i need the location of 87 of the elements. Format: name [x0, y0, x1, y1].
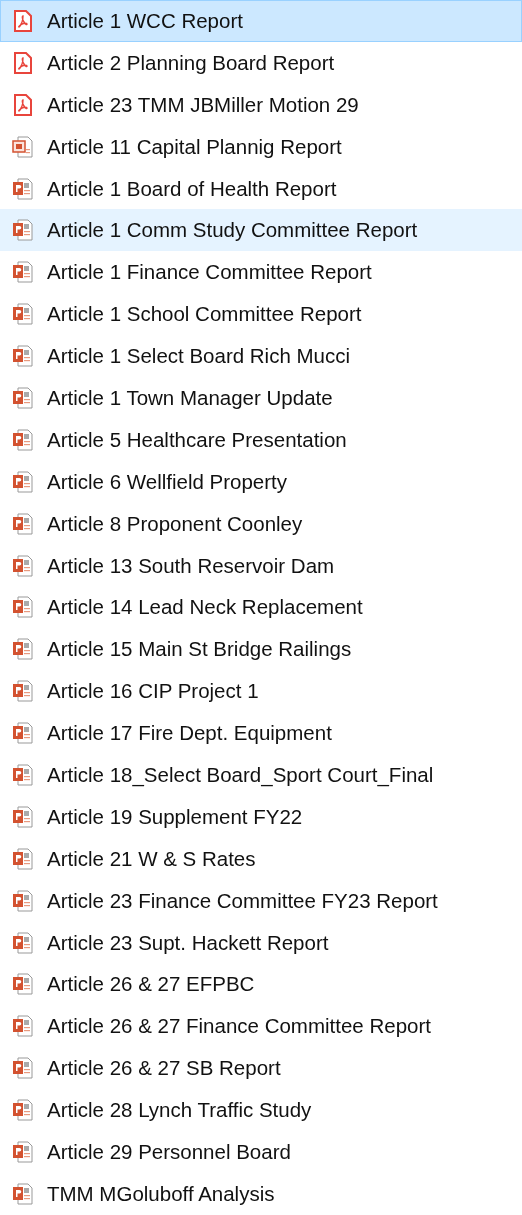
file-name: Article 8 Proponent Coonley: [47, 511, 303, 536]
pdf-file-icon: [11, 92, 35, 117]
presentation-file-icon: [11, 176, 35, 201]
file-row[interactable]: Article 6 Wellfield Property: [0, 460, 522, 503]
file-row[interactable]: Article 1 Town Manager Update: [0, 377, 522, 419]
presentation-file-icon: [11, 1140, 35, 1164]
file-name: Article 21 W & S Rates: [47, 846, 256, 871]
file-name: Article 1 School Committee Report: [47, 302, 362, 327]
file-row[interactable]: Article 19 Supplement FY22: [0, 795, 522, 838]
file-row[interactable]: Article 8 Proponent Coonley: [0, 502, 522, 545]
file-row[interactable]: Article 1 Select Board Rich Mucci: [0, 335, 522, 377]
file-row[interactable]: Article 21 W & S Rates: [0, 837, 522, 880]
presentation-file-icon: [11, 469, 35, 494]
file-name: Article 26 & 27 EFPBC: [47, 972, 255, 997]
presentation-file-icon: [11, 511, 35, 536]
presentation-file-icon: [11, 1098, 35, 1123]
presentation-file-icon: [11, 302, 35, 327]
pdf-file-icon: [11, 50, 35, 75]
file-name: Article 26 & 27 Finance Committee Report: [47, 1014, 431, 1039]
file-name: Article 1 Select Board Rich Mucci: [47, 344, 351, 369]
file-row[interactable]: Article 1 Board of Health Report: [0, 167, 522, 210]
presentation-file-icon: [11, 427, 35, 452]
presentation-file-icon: [11, 218, 35, 243]
file-row[interactable]: Article 26 & 27 SB Report: [0, 1047, 522, 1090]
file-name: Article 1 WCC Report: [47, 8, 243, 33]
file-name: Article 17 Fire Dept. Equipment: [47, 721, 332, 746]
file-row[interactable]: Article 16 CIP Project 1: [0, 670, 522, 713]
file-name: Article 16 CIP Project 1: [47, 679, 259, 704]
presentation-file-icon: [11, 1056, 35, 1081]
file-name: Article 1 Town Manager Update: [47, 385, 333, 410]
file-row[interactable]: Article 28 Lynch Traffic Study: [0, 1089, 522, 1132]
file-name: Article 1 Finance Committee Report: [47, 260, 372, 285]
presentation-file-icon: [11, 553, 35, 578]
file-row[interactable]: TMM MGoluboff Analysis: [0, 1172, 522, 1215]
file-row[interactable]: Article 23 Supt. Hackett Report: [0, 921, 522, 964]
file-name: Article 15 Main St Bridge Railings: [47, 637, 352, 662]
file-name: TMM MGoluboff Analysis: [47, 1181, 275, 1206]
file-row[interactable]: Article 11 Capital Plannig Report: [0, 125, 522, 168]
file-row[interactable]: Article 1 School Committee Report: [0, 293, 522, 336]
presentation-file-icon: [11, 972, 35, 997]
presentation-file-icon: [11, 637, 35, 662]
presentation-file-icon: [11, 1181, 35, 1206]
file-row[interactable]: Article 1 WCC Report: [0, 0, 522, 42]
file-row[interactable]: Article 18_Select Board_Sport Court_Final: [0, 754, 522, 796]
file-name: Article 1 Board of Health Report: [47, 176, 337, 201]
presentation-file-icon: [11, 930, 35, 955]
file-name: Article 1 Comm Study Committee Report: [47, 218, 418, 243]
file-row[interactable]: Article 1 Comm Study Committee Report: [0, 209, 522, 252]
file-name: Article 2 Planning Board Report: [47, 50, 335, 75]
file-row[interactable]: Article 29 Personnel Board: [0, 1131, 522, 1173]
file-row[interactable]: Article 1 Finance Committee Report: [0, 251, 522, 294]
file-name: Article 5 Healthcare Presentation: [47, 427, 347, 452]
file-name: Article 28 Lynch Traffic Study: [47, 1098, 312, 1123]
file-name: Article 18_Select Board_Sport Court_Final: [47, 762, 434, 787]
presentation-file-icon: [11, 260, 35, 285]
file-row[interactable]: Article 13 South Reservoir Dam: [0, 544, 522, 587]
file-name: Article 29 Personnel Board: [47, 1140, 291, 1164]
slideshow-file-icon: [11, 134, 35, 159]
file-row[interactable]: Article 5 Healthcare Presentation: [0, 418, 522, 461]
file-name: Article 19 Supplement FY22: [47, 804, 303, 829]
file-name: Article 11 Capital Plannig Report: [47, 134, 342, 159]
presentation-file-icon: [11, 385, 35, 410]
presentation-file-icon: [11, 1014, 35, 1039]
file-name: Article 23 Supt. Hackett Report: [47, 930, 329, 955]
presentation-file-icon: [11, 762, 35, 787]
file-row[interactable]: Article 23 Finance Committee FY23 Report: [0, 879, 522, 922]
presentation-file-icon: [11, 888, 35, 913]
file-row[interactable]: Article 26 & 27 Finance Committee Report: [0, 1005, 522, 1048]
file-row[interactable]: Article 2 Planning Board Report: [0, 41, 522, 84]
file-name: Article 13 South Reservoir Dam: [47, 553, 335, 578]
presentation-file-icon: [11, 595, 35, 620]
file-row[interactable]: Article 17 Fire Dept. Equipment: [0, 712, 522, 755]
pdf-file-icon: [11, 8, 35, 33]
file-row[interactable]: Article 23 TMM JBMiller Motion 29: [0, 83, 522, 126]
presentation-file-icon: [11, 846, 35, 871]
presentation-file-icon: [11, 804, 35, 829]
file-row[interactable]: Article 26 & 27 EFPBC: [0, 963, 522, 1006]
presentation-file-icon: [11, 679, 35, 704]
file-row[interactable]: Article 14 Lead Neck Replacement: [0, 586, 522, 629]
file-name: Article 23 Finance Committee FY23 Report: [47, 888, 438, 913]
file-name: Article 23 TMM JBMiller Motion 29: [47, 92, 359, 117]
file-row[interactable]: Article 15 Main St Bridge Railings: [0, 628, 522, 671]
file-name: Article 14 Lead Neck Replacement: [47, 595, 363, 620]
file-name: Article 26 & 27 SB Report: [47, 1056, 281, 1081]
presentation-file-icon: [11, 721, 35, 746]
file-name: Article 6 Wellfield Property: [47, 469, 287, 494]
presentation-file-icon: [11, 344, 35, 369]
